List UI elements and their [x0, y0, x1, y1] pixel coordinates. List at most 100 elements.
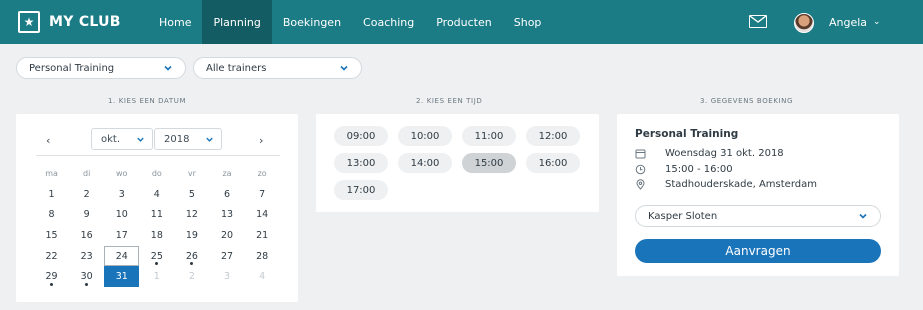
booking-date-row: Woensdag 31 okt. 2018 [635, 148, 784, 159]
calendar-day[interactable]: 2 [69, 184, 104, 205]
calendar-day[interactable]: 5 [174, 184, 209, 205]
calendar-day[interactable]: 20 [209, 225, 244, 246]
user-menu[interactable]: Angela ⌄ [829, 0, 881, 44]
calendar-day[interactable]: 27 [209, 246, 244, 267]
calendar-week-row: 15 16 17 18 19 20 21 [34, 225, 280, 246]
time-slot[interactable]: 13:00 [334, 153, 388, 173]
calendar-day-selected[interactable]: 31 [104, 266, 140, 287]
calendar-day[interactable]: 19 [174, 225, 209, 246]
chevron-down-icon: ⌄ [873, 17, 881, 27]
booking-date: Woensdag 31 okt. 2018 [665, 148, 784, 159]
club-logo[interactable]: ★ MY CLUB [18, 11, 121, 33]
calendar-day[interactable]: 24 [104, 246, 139, 267]
month-value: okt. [101, 133, 121, 145]
request-booking-button[interactable]: Aanvragen [635, 239, 881, 263]
trainer-select[interactable]: Alle trainers [193, 57, 362, 79]
time-slot[interactable]: 09:00 [334, 126, 388, 146]
weekday-label: vr [187, 169, 196, 178]
training-type-select[interactable]: Personal Training [16, 57, 186, 79]
chevron-down-icon [206, 137, 213, 142]
calendar-day[interactable]: 1 [34, 184, 69, 205]
time-picker-panel: 09:00 10:00 11:00 12:00 13:00 14:00 15:00 16:00… [316, 114, 599, 212]
nav-item-planning[interactable]: Planning [202, 0, 272, 44]
nav-item-boekingen[interactable]: Boekingen [272, 0, 352, 44]
weekday-label: wo [116, 169, 128, 178]
step-label-details: 3. GEGEVENS BOEKING [700, 97, 794, 105]
calendar-day[interactable]: 10 [104, 205, 139, 226]
calendar-day[interactable]: 23 [69, 246, 104, 267]
nav-item-home[interactable]: Home [148, 0, 202, 44]
calendar-day[interactable]: 14 [245, 205, 280, 226]
calendar-day[interactable]: 12 [174, 205, 209, 226]
coach-value: Kasper Sloten [648, 210, 718, 222]
calendar-day[interactable]: 3 [104, 184, 139, 205]
date-picker-panel: ‹ okt. 2018 › ma di wo do vr za zo 1 2 3 4 5 6 7 8 9 10… [16, 114, 298, 302]
booking-location-row: Stadhouderskade, Amsterdam [635, 179, 817, 190]
location-pin-icon [636, 179, 645, 190]
avatar[interactable] [794, 13, 814, 33]
calendar-day[interactable]: 8 [34, 205, 69, 226]
calendar-day[interactable]: 25 [139, 246, 174, 267]
nav-item-shop[interactable]: Shop [503, 0, 553, 44]
weekday-label: zo [257, 169, 267, 178]
step-label-date: 1. KIES EEN DATUM [108, 97, 187, 105]
time-slot[interactable]: 12:00 [526, 126, 580, 146]
main-nav: Home Planning Boekingen Coaching Producten Sh… [148, 0, 552, 44]
time-slot-selected[interactable]: 15:00 [462, 153, 516, 173]
weekday-header-row: ma di wo do vr za zo [34, 164, 280, 184]
calendar-week-row: 22 23 24 25 26 27 28 [34, 246, 280, 267]
calendar-week-row: 8 9 10 11 12 13 14 [34, 205, 280, 226]
year-value: 2018 [164, 133, 190, 145]
booking-time: 15:00 - 16:00 [665, 164, 733, 175]
previous-month-button[interactable]: ‹ [46, 134, 50, 147]
time-slot[interactable]: 10:00 [398, 126, 452, 146]
calendar-day[interactable]: 9 [69, 205, 104, 226]
calendar-day[interactable]: 6 [209, 184, 244, 205]
calendar-day[interactable]: 2 [174, 266, 209, 287]
chevron-down-icon [340, 65, 348, 71]
year-select[interactable]: 2018 [154, 128, 222, 150]
weekday-label: do [151, 169, 162, 178]
calendar-day[interactable]: 17 [104, 225, 139, 246]
calendar-day[interactable]: 18 [139, 225, 174, 246]
nav-item-coaching[interactable]: Coaching [352, 0, 425, 44]
top-navigation-bar: ★ MY CLUB Home Planning Boekingen Coaching P… [0, 0, 923, 44]
time-slot[interactable]: 11:00 [462, 126, 516, 146]
time-slot[interactable]: 14:00 [398, 153, 452, 173]
nav-item-producten[interactable]: Producten [425, 0, 503, 44]
calendar-day[interactable]: 21 [245, 225, 280, 246]
chevron-down-icon [859, 213, 867, 219]
calendar-day[interactable]: 4 [139, 184, 174, 205]
weekday-label: ma [45, 169, 58, 178]
coach-select[interactable]: Kasper Sloten [635, 205, 881, 227]
calendar-day[interactable]: 1 [139, 266, 174, 287]
calendar-day[interactable]: 29 [34, 266, 69, 287]
booking-location: Stadhouderskade, Amsterdam [665, 179, 817, 190]
training-type-value: Personal Training [29, 62, 115, 74]
calendar-grid: ma di wo do vr za zo 1 2 3 4 5 6 7 8 9 10 11 12 13 14 15 16 17… [34, 164, 280, 287]
chevron-down-icon [137, 137, 144, 142]
weekday-label: za [222, 169, 232, 178]
calendar-day[interactable]: 15 [34, 225, 69, 246]
calendar-day[interactable]: 30 [69, 266, 104, 287]
user-name: Angela [829, 15, 868, 29]
calendar-day[interactable]: 22 [34, 246, 69, 267]
next-month-button[interactable]: › [259, 134, 263, 147]
month-select[interactable]: okt. [91, 128, 153, 150]
calendar-day[interactable]: 4 [245, 266, 280, 287]
calendar-day[interactable]: 28 [245, 246, 280, 267]
calendar-day[interactable]: 7 [245, 184, 280, 205]
mail-icon[interactable] [749, 15, 767, 28]
booking-time-row: 15:00 - 16:00 [635, 164, 733, 175]
step-label-time: 2. KIES EEN TIJD [416, 97, 483, 105]
time-slot[interactable]: 16:00 [526, 153, 580, 173]
time-slot[interactable]: 17:00 [334, 180, 388, 200]
calendar-day[interactable]: 16 [69, 225, 104, 246]
calendar-day[interactable]: 13 [209, 205, 244, 226]
calendar-day[interactable]: 11 [139, 205, 174, 226]
calendar-day[interactable]: 26 [174, 246, 209, 267]
star-icon: ★ [18, 11, 40, 33]
chevron-down-icon [164, 65, 172, 71]
calendar-day[interactable]: 3 [209, 266, 244, 287]
calendar-week-row: 29 30 31 1 2 3 4 [34, 266, 280, 287]
